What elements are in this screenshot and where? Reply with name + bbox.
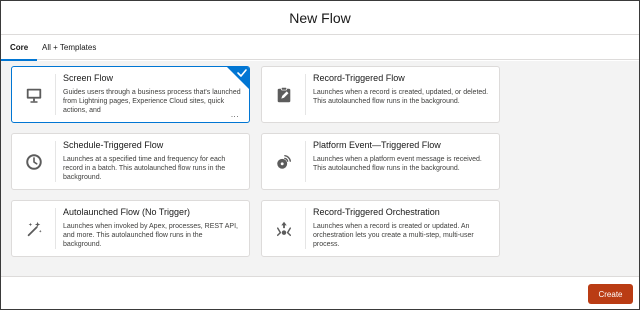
orchestration-icon: [262, 201, 305, 256]
magic-wand-icon: [12, 201, 55, 256]
selected-check-icon: [227, 67, 249, 89]
card-divider: [55, 208, 56, 249]
card-description: Launches at a specified time and frequen…: [63, 156, 226, 181]
create-button[interactable]: Create: [588, 284, 633, 304]
card-divider: [55, 74, 56, 115]
tab-bar: Core All + Templates: [0, 35, 639, 61]
card-divider: [55, 141, 56, 182]
card-description: Launches when invoked by Apex, processes…: [63, 223, 238, 248]
card-description: Launches when a record is created, updat…: [313, 89, 489, 105]
card-title: Record-Triggered Flow: [313, 73, 405, 83]
card-description: Launches when a record is created or upd…: [313, 223, 474, 248]
card-platform-event-triggered-flow[interactable]: Platform Event—Triggered Flow Launches w…: [261, 133, 500, 190]
new-flow-modal: New Flow Core All + Templates Screen Flo…: [0, 0, 640, 310]
modal-footer: Create: [1, 276, 639, 309]
card-record-triggered-orchestration[interactable]: Record-Triggered Orchestration Launches …: [261, 200, 500, 257]
tab-all-templates[interactable]: All + Templates: [42, 35, 96, 60]
card-schedule-triggered-flow[interactable]: Schedule-Triggered Flow Launches at a sp…: [11, 133, 250, 190]
card-description: Launches when a platform event message i…: [313, 156, 482, 172]
modal-title: New Flow: [289, 9, 351, 26]
card-divider: [305, 141, 306, 182]
tab-core[interactable]: Core: [0, 35, 38, 61]
modal-header: New Flow: [1, 1, 639, 35]
clock-icon: [12, 134, 55, 189]
card-title: Autolaunched Flow (No Trigger): [63, 207, 191, 217]
record-edit-icon: [262, 67, 305, 122]
card-description: Guides users through a business process …: [63, 89, 241, 114]
monitor-icon: [12, 67, 55, 122]
card-title: Screen Flow: [63, 73, 114, 83]
card-title: Record-Triggered Orchestration: [313, 207, 440, 217]
card-record-triggered-flow[interactable]: Record-Triggered Flow Launches when a re…: [261, 66, 500, 123]
flow-type-grid: Screen Flow Guides users through a busin…: [1, 61, 639, 276]
card-title: Schedule-Triggered Flow: [63, 140, 164, 150]
card-divider: [305, 208, 306, 249]
card-autolaunched-flow[interactable]: Autolaunched Flow (No Trigger) Launches …: [11, 200, 250, 257]
platform-event-icon: [262, 134, 305, 189]
card-title: Platform Event—Triggered Flow: [313, 140, 441, 150]
more-ellipsis: ...: [230, 110, 239, 119]
card-screen-flow[interactable]: Screen Flow Guides users through a busin…: [11, 66, 250, 123]
card-divider: [305, 74, 306, 115]
